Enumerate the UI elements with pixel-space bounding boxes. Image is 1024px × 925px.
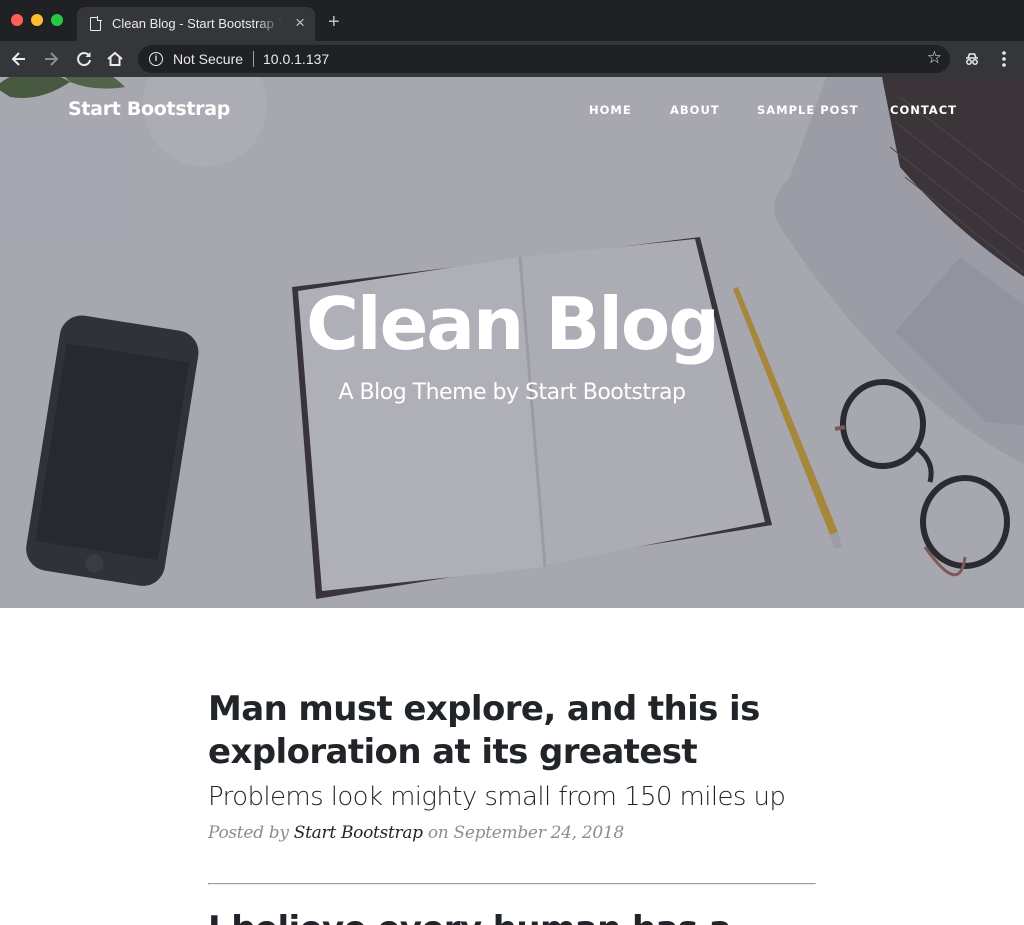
hero-title: Clean Blog bbox=[306, 282, 720, 366]
home-icon[interactable] bbox=[104, 48, 126, 70]
reload-icon[interactable] bbox=[73, 48, 95, 70]
nav-sample-post[interactable]: SAMPLE POST bbox=[757, 103, 859, 117]
hero-subtitle: A Blog Theme by Start Bootstrap bbox=[338, 380, 686, 405]
tab-title: Clean Blog - Start Bootstrap Theme bbox=[112, 16, 282, 31]
document-icon bbox=[90, 16, 102, 31]
post-subtitle[interactable]: Problems look mighty small from 150 mile… bbox=[208, 782, 818, 812]
post-title[interactable]: Man must explore, and this is exploratio… bbox=[208, 688, 818, 774]
nav-home[interactable]: HOME bbox=[589, 103, 632, 117]
url-text[interactable]: 10.0.1.137 bbox=[263, 51, 329, 67]
nav-contact[interactable]: CONTACT bbox=[890, 103, 957, 117]
post-divider bbox=[208, 883, 816, 885]
nav-about[interactable]: ABOUT bbox=[670, 103, 720, 117]
post-meta-prefix: Posted by bbox=[208, 823, 294, 843]
menu-icon[interactable] bbox=[993, 48, 1015, 70]
browser-tab[interactable]: Clean Blog - Start Bootstrap Theme × bbox=[77, 7, 315, 41]
incognito-icon[interactable] bbox=[961, 48, 983, 70]
window-close-button[interactable] bbox=[11, 14, 23, 26]
brand-logo[interactable]: Start Bootstrap bbox=[68, 98, 230, 120]
security-label: Not Secure bbox=[173, 51, 244, 67]
post-title[interactable]: I believe every human has a bbox=[208, 908, 818, 925]
browser-toolbar: i Not Secure 10.0.1.137 ☆ bbox=[0, 41, 1024, 77]
post-preview-2[interactable]: I believe every human has a bbox=[208, 908, 818, 925]
star-icon[interactable]: ☆ bbox=[927, 48, 942, 68]
forward-icon[interactable] bbox=[40, 48, 62, 70]
new-tab-button[interactable]: + bbox=[328, 12, 340, 32]
url-separator bbox=[253, 51, 254, 67]
post-meta: Posted by Start Bootstrap on September 2… bbox=[208, 823, 818, 843]
address-bar[interactable]: i Not Secure 10.0.1.137 ☆ bbox=[138, 45, 950, 73]
post-title-line-2[interactable]: exploration at its greatest bbox=[208, 732, 698, 772]
tab-close-icon[interactable]: × bbox=[295, 14, 305, 32]
post-date: September 24, 2018 bbox=[453, 823, 625, 843]
post-meta-on: on bbox=[422, 823, 454, 843]
post-author-link[interactable]: Start Bootstrap bbox=[294, 823, 423, 843]
masthead: Start Bootstrap HOME ABOUT SAMPLE POST C… bbox=[0, 77, 1024, 608]
window-maximize-button[interactable] bbox=[51, 14, 63, 26]
back-icon[interactable] bbox=[8, 48, 30, 70]
browser-tabstrip: Clean Blog - Start Bootstrap Theme × + bbox=[0, 0, 1024, 41]
post-preview[interactable]: Man must explore, and this is exploratio… bbox=[208, 688, 818, 843]
post-title-line-1[interactable]: Man must explore, and this is bbox=[208, 689, 760, 729]
info-icon[interactable]: i bbox=[149, 52, 163, 66]
window-minimize-button[interactable] bbox=[31, 14, 43, 26]
